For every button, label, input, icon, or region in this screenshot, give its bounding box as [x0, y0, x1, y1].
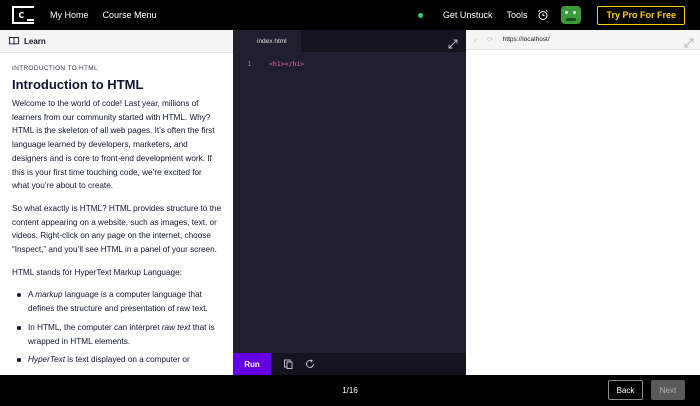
reset-icon[interactable]	[305, 359, 315, 369]
top-nav-bar: c My Home Course Menu Get Unstuck Tools …	[0, 0, 700, 30]
list-item-emphasis: HyperText	[28, 355, 66, 365]
lesson-paragraph: Welcome to the world of code! Last year,…	[12, 99, 215, 191]
url-field[interactable]: https://localhost/	[503, 36, 550, 43]
nav-my-home[interactable]: My Home	[50, 10, 89, 20]
lesson-paragraph: So what exactly is HTML? HTML provides s…	[12, 203, 222, 255]
lesson-content[interactable]: INTRODUCTION TO HTML Introduction to HTM…	[0, 53, 233, 367]
learn-title: Learn	[24, 36, 46, 46]
learn-panel: Learn INTRODUCTION TO HTML Introduction …	[0, 30, 233, 375]
editor-tab-bar: index.html	[233, 30, 466, 52]
arrow-left-icon[interactable]: ‹	[474, 35, 477, 45]
tools-button[interactable]: Tools	[506, 10, 527, 20]
expand-icon[interactable]	[448, 36, 458, 49]
list-item-emphasis: markup	[35, 290, 63, 300]
lesson-paragraph: HTML stands for HyperText Markup Languag…	[12, 267, 182, 277]
page-indicator: 1/16	[342, 386, 358, 395]
refresh-icon[interactable]: ⟳	[487, 35, 494, 44]
code-line[interactable]: <h1></h1>	[255, 60, 304, 68]
lesson-bullet-list: A markup language is a computer language…	[17, 288, 221, 367]
list-item-emphasis: raw text	[161, 322, 191, 332]
tab-index-html[interactable]: index.html	[233, 30, 301, 52]
logo-letter: c	[18, 8, 25, 21]
line-number-gutter: 1	[233, 60, 255, 68]
list-item: HyperText is text displayed on a compute…	[17, 353, 221, 367]
list-item-text: is text displayed on a computer or	[65, 355, 190, 365]
lesson-title: Introduction to HTML	[12, 77, 144, 92]
copy-code-icon[interactable]	[283, 359, 293, 369]
user-avatar[interactable]	[561, 6, 582, 24]
bottom-bar: 1/16 Back Next	[0, 375, 700, 406]
alarm-clock-icon[interactable]	[537, 9, 549, 21]
status-dot-icon	[417, 12, 423, 18]
learn-header: Learn	[0, 30, 233, 53]
line-number: 1	[247, 60, 251, 68]
logo-underscore	[27, 19, 34, 21]
run-button[interactable]: Run	[233, 353, 271, 375]
list-item: A markup language is a computer language…	[17, 288, 221, 315]
try-pro-button[interactable]: Try Pro For Free	[597, 5, 685, 25]
lesson-eyebrow: INTRODUCTION TO HTML	[12, 65, 98, 72]
next-button[interactable]: Next	[651, 380, 685, 400]
book-icon	[9, 37, 19, 45]
expand-icon[interactable]	[684, 35, 694, 48]
editor-footer: Run	[233, 353, 466, 375]
nav-course-menu[interactable]: Course Menu	[103, 10, 157, 20]
back-button[interactable]: Back	[608, 380, 643, 400]
get-unstuck-button[interactable]: Get Unstuck	[443, 10, 493, 20]
list-item-text: In HTML, the computer can interpret	[28, 322, 162, 332]
list-item: In HTML, the computer can interpret raw …	[17, 321, 221, 348]
codecademy-logo[interactable]: c	[12, 6, 34, 24]
browser-address-bar: ‹ ⟳ https://localhost/	[466, 30, 700, 50]
browser-preview: ‹ ⟳ https://localhost/	[466, 30, 700, 375]
code-area[interactable]: 1 <h1></h1>	[233, 52, 466, 68]
code-editor: index.html 1 <h1></h1> Run	[233, 30, 466, 375]
